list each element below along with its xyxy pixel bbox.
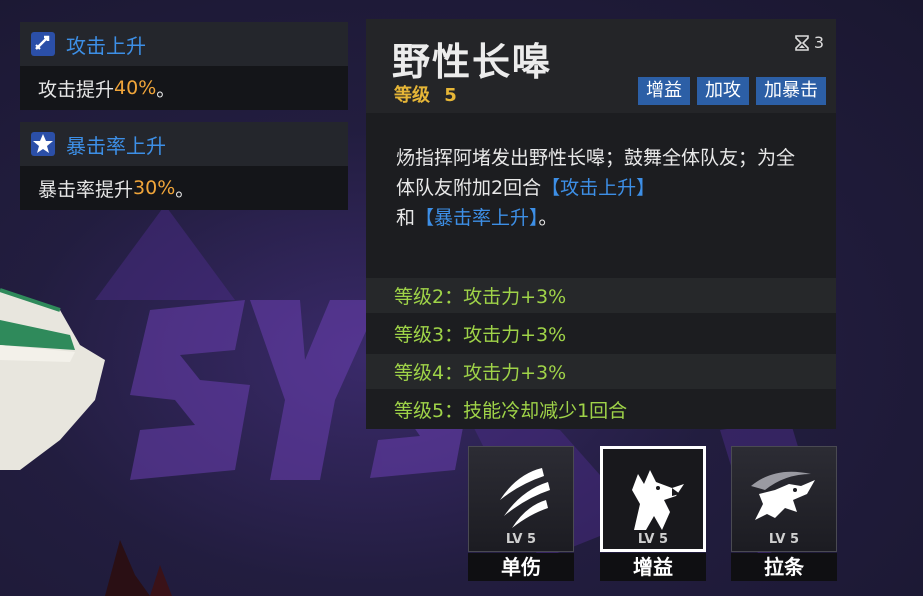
skill-header: 野性长嗥 等级 5 3 增益 加攻 加暴击: [366, 19, 836, 113]
skill-button-level: LV 5: [637, 532, 669, 547]
level-effect-row: 等级2：攻击力+3%: [366, 278, 836, 313]
skill-button-single-damage[interactable]: LV 5 单伤: [468, 446, 574, 582]
skill-button-label: 拉条: [731, 553, 837, 581]
buff-desc-value: 30%: [133, 177, 176, 199]
skill-button-buff[interactable]: LV 5 增益: [600, 446, 706, 582]
skill-button-level: LV 5: [505, 532, 537, 547]
buff-card-header: 攻击上升: [20, 22, 348, 66]
desc-keyword-crit-up[interactable]: 【暴击率上升】: [415, 207, 539, 229]
level-effect-row: 等级4：攻击力+3%: [366, 354, 836, 389]
skill-level: 等级 5: [394, 81, 457, 107]
buff-desc-text: 暴击率提升: [38, 178, 134, 201]
level-effect-row: 等级3：攻击力+3%: [394, 324, 567, 346]
claw-slash-icon: [500, 468, 550, 528]
skill-level-value: 5: [444, 85, 457, 106]
skill-cooldown: 3: [794, 33, 824, 52]
skill-button-turn-advance[interactable]: LV 5 拉条: [731, 446, 837, 582]
buff-desc-suffix: 。: [175, 178, 195, 201]
buff-title: 攻击上升: [66, 33, 146, 58]
desc-keyword-attack-up[interactable]: 【攻击上升】: [541, 177, 655, 199]
skill-tags: 增益 加攻 加暴击: [638, 77, 826, 105]
buff-desc-text: 攻击提升: [38, 78, 115, 101]
buff-desc-suffix: 。: [156, 78, 176, 101]
sword-up-icon: [31, 32, 55, 56]
desc-text: 和: [396, 207, 416, 229]
wolf-dash-icon: [751, 471, 815, 520]
skill-button-label: 单伤: [468, 553, 574, 581]
skill-name: 野性长嗥: [392, 40, 553, 84]
skill-tag: 加攻: [697, 77, 749, 105]
skill-tag: 加暴击: [756, 77, 826, 105]
crit-up-icon: [31, 132, 55, 156]
hourglass-icon: [795, 34, 809, 51]
skill-detail-panel: 野性长嗥 等级 5 3 增益 加攻 加暴击 炀指挥阿堵发出野性长嗥；鼓舞全体队友…: [366, 19, 836, 429]
skill-description: 炀指挥阿堵发出野性长嗥；鼓舞全体队友；为全体队友附加2回合【攻击上升】 和【暴击率…: [396, 143, 806, 233]
level-effect-row: 等级5：技能冷却减少1回合: [394, 400, 628, 422]
cooldown-value: 3: [813, 33, 824, 52]
buff-title: 暴击率上升: [66, 133, 166, 158]
skill-button-label: 增益: [600, 553, 706, 581]
skill-button-level: LV 5: [768, 532, 800, 547]
buff-desc-value: 40%: [114, 77, 157, 99]
howling-wolf-icon: [632, 470, 684, 530]
skill-level-label: 等级: [394, 85, 430, 106]
character-cloth: [0, 288, 105, 470]
buff-description: 暴击率提升 30%。: [20, 166, 348, 210]
skill-tag: 增益: [638, 77, 690, 105]
buff-card-header: 暴击率上升: [20, 122, 348, 166]
buff-description: 攻击提升 40%。: [20, 66, 348, 110]
buff-card-attack-up: 攻击上升 攻击提升 40%。: [20, 22, 348, 110]
buff-card-crit-up: 暴击率上升 暴击率提升 30%。: [20, 122, 348, 210]
desc-text: 。: [538, 207, 558, 229]
